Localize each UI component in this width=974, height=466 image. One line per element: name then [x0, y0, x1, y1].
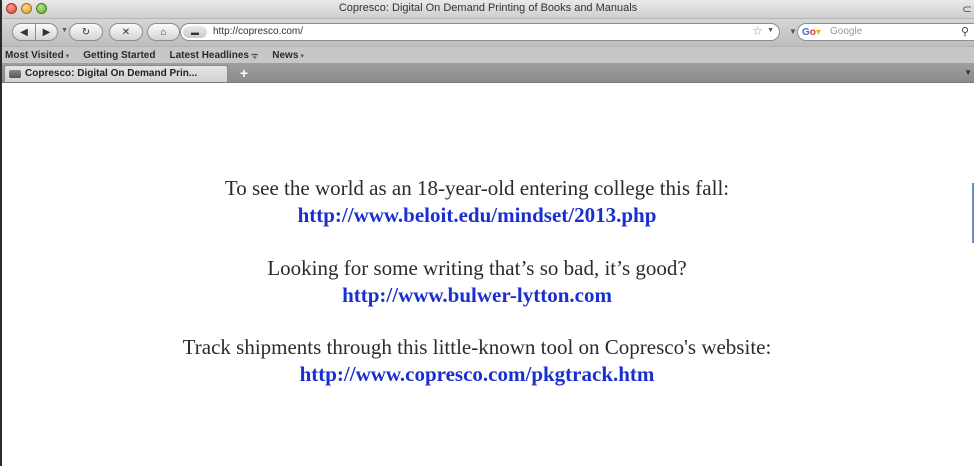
search-icon[interactable]: ⚲	[961, 25, 969, 38]
stop-button[interactable]: ✕	[109, 23, 143, 41]
rss-icon: ᯤ	[250, 50, 259, 60]
bookmark-latest-headlines[interactable]: Latest Headlines ᯤ	[169, 50, 258, 61]
search-engine-dropdown-icon[interactable]: ▼	[789, 27, 797, 36]
message-text: Looking for some writing that’s so bad, …	[267, 256, 687, 280]
google-engine-icon[interactable]: Go ▾	[802, 25, 824, 39]
reload-button[interactable]: ↻	[69, 23, 103, 41]
message-block: To see the world as an 18-year-old enter…	[2, 176, 952, 228]
toolbar-toggle-icon[interactable]: ⊂	[962, 2, 972, 16]
bookmark-label: Getting Started	[83, 49, 156, 61]
message-text: To see the world as an 18-year-old enter…	[224, 176, 730, 200]
new-tab-button[interactable]: +	[234, 66, 254, 81]
favicon-icon	[9, 70, 21, 78]
navigation-toolbar: ◀ ▶ ▼ ↻ ✕ ⌂ ▬ http://copresco.com/ ☆ ▼ ▼…	[2, 19, 974, 46]
bookmark-most-visited[interactable]: Most Visited ▾	[5, 50, 69, 61]
tab-list-icon[interactable]: ▼	[964, 68, 972, 77]
bookmarks-bar: Most Visited ▾ Getting Started Latest Hea…	[2, 46, 974, 64]
search-placeholder: Google	[830, 26, 863, 37]
link-beloit-mindset[interactable]: http://www.beloit.edu/mindset/2013.php	[2, 203, 952, 228]
bookmark-label: News	[272, 49, 299, 61]
home-icon: ⌂	[160, 26, 167, 38]
message-block: Looking for some writing that’s so bad, …	[2, 256, 952, 308]
back-button[interactable]: ◀	[12, 23, 36, 41]
link-copresco-pkgtrack[interactable]: http://www.copresco.com/pkgtrack.htm	[2, 362, 952, 387]
forward-icon: ▶	[42, 26, 51, 38]
home-button[interactable]: ⌂	[147, 23, 180, 41]
chevron-down-icon: ▾	[65, 52, 70, 60]
site-identity-icon[interactable]: ▬	[183, 26, 207, 38]
forward-button[interactable]: ▶	[36, 23, 58, 41]
tab-strip: Copresco: Digital On Demand Prin... + ▼	[2, 63, 974, 83]
stop-icon: ✕	[121, 26, 131, 38]
history-dropdown-icon[interactable]: ▼	[61, 27, 68, 34]
chevron-down-icon: ▾	[300, 52, 304, 60]
link-bulwer-lytton[interactable]: http://www.bulwer-lytton.com	[2, 283, 952, 308]
message-block: Track shipments through this little-know…	[2, 335, 952, 387]
search-input[interactable]: Go ▾ Google ⚲	[797, 23, 974, 41]
reload-icon: ↻	[81, 26, 91, 38]
message-text: Track shipments through this little-know…	[182, 335, 772, 359]
browser-window: Copresco: Digital On Demand Printing of …	[0, 0, 974, 466]
tab-label: Copresco: Digital On Demand Prin...	[25, 68, 198, 79]
page-content: To see the world as an 18-year-old enter…	[2, 83, 974, 466]
tab-copresco[interactable]: Copresco: Digital On Demand Prin...	[4, 65, 228, 82]
bookmark-star-icon[interactable]: ☆	[752, 24, 763, 38]
bookmark-label: Latest Headlines	[169, 49, 249, 61]
title-bar: Copresco: Digital On Demand Printing of …	[2, 0, 974, 19]
back-icon: ◀	[20, 26, 28, 38]
bookmark-getting-started[interactable]: Getting Started	[83, 50, 155, 61]
url-dropdown-icon[interactable]: ▼	[767, 27, 774, 34]
window-title: Copresco: Digital On Demand Printing of …	[338, 2, 638, 14]
bookmark-news[interactable]: News ▾	[272, 50, 304, 61]
address-bar[interactable]: ▬ http://copresco.com/ ☆ ▼	[180, 23, 780, 41]
url-text[interactable]: http://copresco.com/	[213, 26, 303, 37]
bookmark-label: Most Visited	[5, 49, 64, 61]
